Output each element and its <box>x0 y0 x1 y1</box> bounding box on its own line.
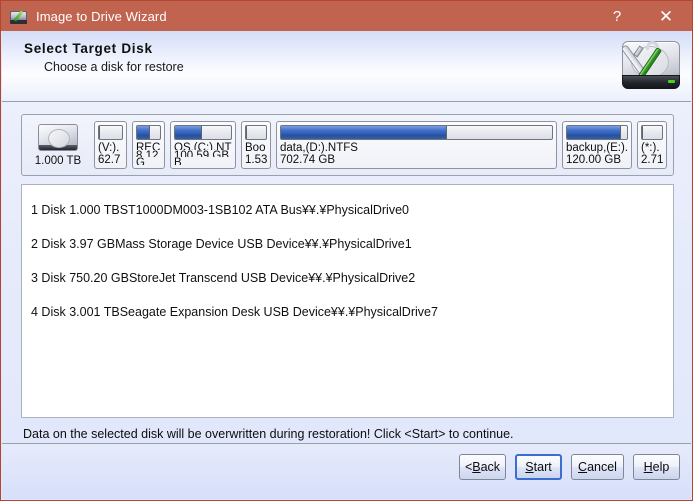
disk-summary: 1.000 TB <box>27 119 89 171</box>
hard-drive-with-tools-icon <box>620 38 682 94</box>
partition-usage-fill <box>175 126 202 139</box>
start-accel: S <box>525 460 534 474</box>
partition-size: 1.53 <box>245 153 267 166</box>
help-button[interactable]: Help <box>633 454 680 480</box>
partition-usage-bar <box>280 125 553 140</box>
partition-size: 100.59 GB <box>174 149 229 158</box>
help-accel: H <box>643 460 653 474</box>
partition-usage-bar <box>136 125 161 140</box>
partition-block[interactable]: backup,(E:). 120.00 GB <box>562 121 632 169</box>
back-accel: B <box>472 460 481 474</box>
back-rest: ack <box>480 460 501 474</box>
partition-usage-fill <box>567 126 621 139</box>
start-button[interactable]: Start <box>515 454 562 480</box>
partition-block[interactable]: (*:). 2.71 <box>637 121 667 169</box>
partition-extra: G <box>136 157 145 166</box>
partition-usage-bar <box>566 125 628 140</box>
partition-block[interactable]: Boo 1.53 <box>241 121 271 169</box>
partition-size: 62.7 <box>98 153 121 166</box>
back-prefix: < <box>464 460 473 474</box>
partition-size: 8.12 <box>136 149 159 158</box>
partition-usage-bar <box>245 125 267 140</box>
titlebar-buttons: ? ✕ <box>594 1 692 31</box>
cancel-accel: C <box>578 460 588 474</box>
disk-list-row[interactable]: 1 Disk 1.000 TBST1000DM003-1SB102 ATA Bu… <box>22 193 673 227</box>
disk-list[interactable]: 1 Disk 1.000 TBST1000DM003-1SB102 ATA Bu… <box>21 184 674 418</box>
partition-name: OS,(C:).NT <box>174 142 232 150</box>
partition-block[interactable]: OS,(C:).NT 100.59 GB B <box>170 121 236 169</box>
partition-block[interactable]: (V:). 62.7 <box>94 121 127 169</box>
partition-block[interactable]: data,(D:).NTFS 702.74 GB <box>276 121 557 169</box>
partition-size: 120.00 GB <box>566 153 621 166</box>
partition-size: 702.74 GB <box>280 153 335 166</box>
partition-name: backup,(E:). <box>566 142 628 154</box>
partition-usage-fill <box>281 126 448 139</box>
dialog-window: Image to Drive Wizard ? ✕ Select Target … <box>0 0 693 501</box>
close-icon[interactable]: ✕ <box>640 1 692 31</box>
partition-name: (*:). <box>641 142 660 154</box>
partition-usage-fill <box>99 126 100 139</box>
disk-list-row[interactable]: 3 Disk 750.20 GBStoreJet Transcend USB D… <box>22 261 673 295</box>
help-titlebar-button[interactable]: ? <box>594 1 640 31</box>
partition-usage-fill <box>137 126 150 139</box>
partition-extra: B <box>174 157 182 166</box>
partition-name: Boo <box>245 142 266 154</box>
footer-bar: < Back Start Cancel Help <box>2 443 691 499</box>
header-band: Select Target Disk Choose a disk for res… <box>2 31 691 101</box>
cancel-rest: ancel <box>587 460 617 474</box>
hard-disk-icon <box>38 123 78 151</box>
start-rest: tart <box>533 460 552 474</box>
help-rest: elp <box>652 460 670 474</box>
cancel-button[interactable]: Cancel <box>571 454 624 480</box>
partition-usage-fill <box>246 126 247 139</box>
partition-usage-bar <box>641 125 663 140</box>
dialog-body: 1.000 TB (V:). 62.7 REC 8.12 G OS,(C:).NT 100.… <box>2 102 691 444</box>
partition-name: data,(D:).NTFS <box>280 142 358 154</box>
disk-partition-map[interactable]: 1.000 TB (V:). 62.7 REC 8.12 G OS,(C:).NT 100.… <box>21 114 674 176</box>
back-button[interactable]: < Back <box>459 454 506 480</box>
disk-tools-icon <box>10 8 27 25</box>
partition-usage-fill <box>642 126 643 139</box>
disk-list-row[interactable]: 4 Disk 3.001 TBSeagate Expansion Desk US… <box>22 295 673 329</box>
window-title: Image to Drive Wizard <box>36 8 167 24</box>
partition-name: (V:). <box>98 142 120 154</box>
partition-size: 2.71 <box>641 153 663 166</box>
page-title: Select Target Disk <box>24 41 153 56</box>
partition-name: REC <box>136 142 161 150</box>
partition-block[interactable]: REC 8.12 G <box>132 121 165 169</box>
partition-usage-bar <box>98 125 123 140</box>
title-bar: Image to Drive Wizard ? ✕ <box>1 1 692 31</box>
warning-text: Data on the selected disk will be overwr… <box>23 427 514 441</box>
partition-usage-bar <box>174 125 232 140</box>
page-subtitle: Choose a disk for restore <box>44 60 184 74</box>
disk-capacity: 1.000 TB <box>34 154 82 167</box>
button-row: < Back Start Cancel Help <box>459 454 680 480</box>
disk-list-row[interactable]: 2 Disk 3.97 GBMass Storage Device USB De… <box>22 227 673 261</box>
